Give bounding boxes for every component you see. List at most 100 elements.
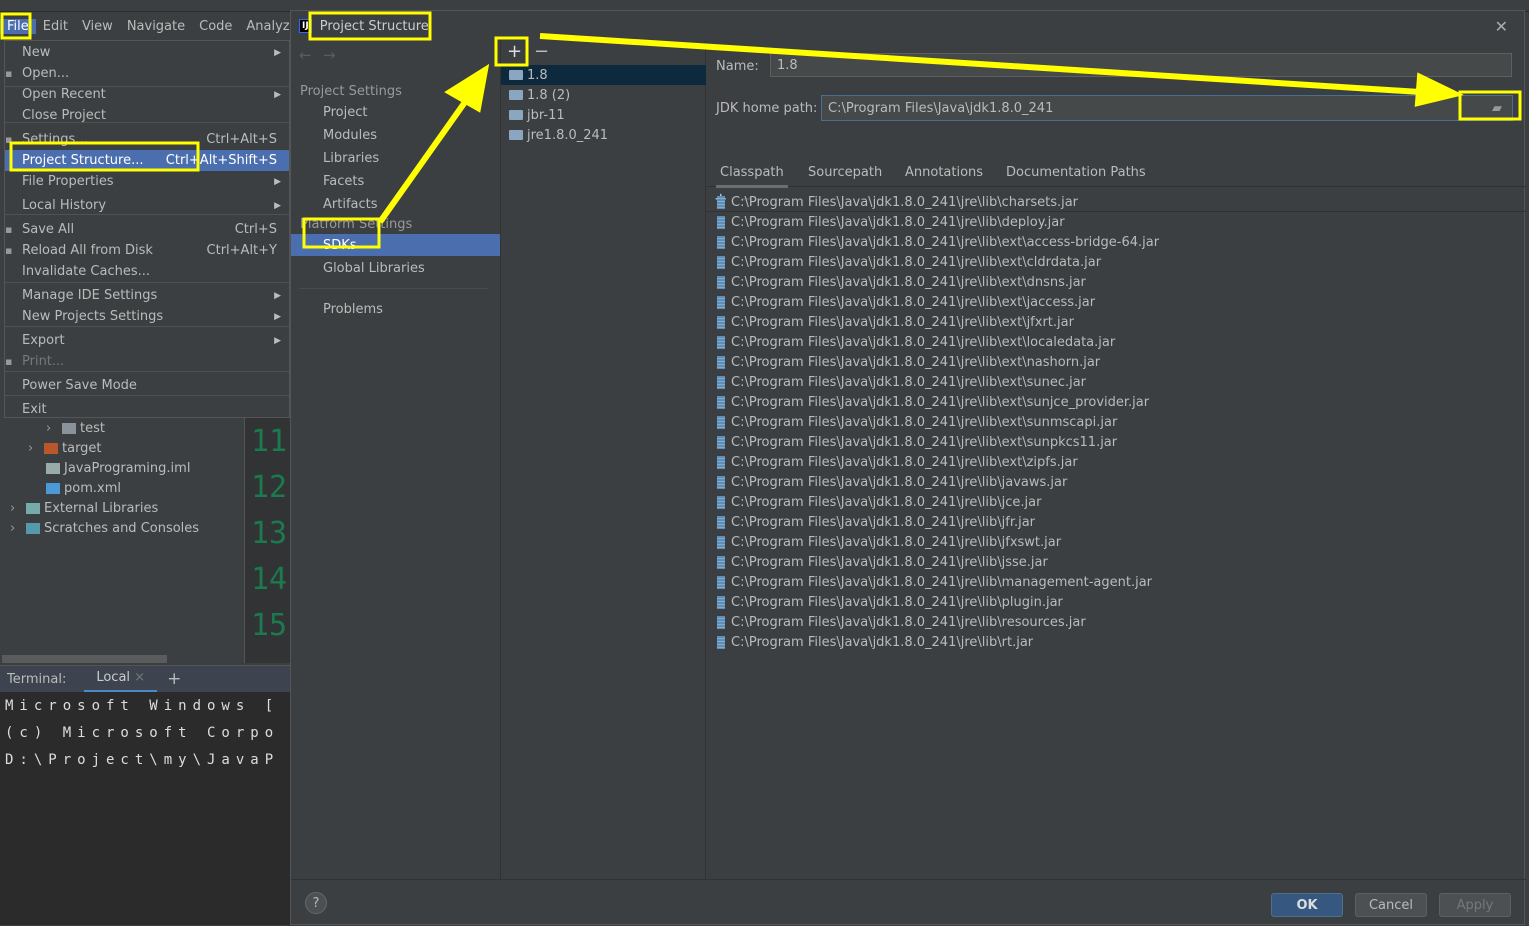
menu-item-file-properties[interactable]: File Properties ▶: [5, 171, 289, 192]
classpath-entry[interactable]: C:\Program Files\Java\jdk1.8.0_241\jre\l…: [717, 255, 1101, 270]
classpath-entry[interactable]: C:\Program Files\Java\jdk1.8.0_241\jre\l…: [717, 415, 1117, 430]
jdk-home-field[interactable]: C:\Program Files\Java\jdk1.8.0_241 ▰: [821, 95, 1513, 121]
classpath-entry[interactable]: C:\Program Files\Java\jdk1.8.0_241\jre\l…: [717, 215, 1065, 230]
apply-button[interactable]: Apply: [1439, 893, 1511, 917]
cancel-button[interactable]: Cancel: [1355, 893, 1427, 917]
classpath-entry[interactable]: C:\Program Files\Java\jdk1.8.0_241\jre\l…: [717, 515, 1035, 530]
menu-item-label: File Properties: [22, 174, 114, 189]
back-arrow-icon[interactable]: ←: [299, 46, 312, 64]
classpath-entry[interactable]: C:\Program Files\Java\jdk1.8.0_241\jre\l…: [717, 315, 1074, 330]
terminal-label: Terminal:: [7, 671, 67, 687]
sidebar-item-global-libraries[interactable]: Global Libraries: [291, 257, 500, 279]
tree-item[interactable]: External Libraries: [26, 501, 158, 516]
remove-sdk-button[interactable]: −: [534, 41, 549, 62]
sdk-folder-icon: [509, 70, 523, 80]
menu-item-new-projects-settings[interactable]: New Projects Settings ▶: [5, 306, 289, 327]
add-sdk-button[interactable]: +: [507, 41, 522, 62]
classpath-entry[interactable]: C:\Program Files\Java\jdk1.8.0_241\jre\l…: [717, 375, 1086, 390]
menu-item-label: Local History: [22, 198, 107, 213]
classpath-entry[interactable]: C:\Program Files\Java\jdk1.8.0_241\jre\l…: [717, 295, 1095, 310]
expand-chevron-icon[interactable]: ›: [28, 441, 33, 456]
name-field[interactable]: 1.8: [770, 53, 1512, 77]
expand-chevron-icon[interactable]: ›: [10, 521, 15, 536]
menu-item-print[interactable]: ▪ Print...: [5, 351, 289, 372]
menu-item-project-structure[interactable]: Project Structure... Ctrl+Alt+Shift+S: [5, 150, 289, 171]
classpath-entry[interactable]: C:\Program Files\Java\jdk1.8.0_241\jre\l…: [717, 355, 1100, 370]
menu-item-label: Open...: [22, 66, 70, 81]
menu-item-reload-all-from-disk[interactable]: ▪ Reload All from Disk Ctrl+Alt+Y: [5, 240, 289, 261]
classpath-entry[interactable]: C:\Program Files\Java\jdk1.8.0_241\jre\l…: [717, 475, 1067, 490]
classpath-entry[interactable]: C:\Program Files\Java\jdk1.8.0_241\jre\l…: [717, 615, 1086, 630]
tree-item[interactable]: target: [44, 441, 102, 456]
forward-arrow-icon[interactable]: →: [323, 46, 336, 64]
classpath-entry[interactable]: C:\Program Files\Java\jdk1.8.0_241\jre\l…: [717, 535, 1061, 550]
jar-icon: [717, 476, 725, 489]
horizontal-scrollbar[interactable]: [2, 655, 167, 663]
menu-view[interactable]: View: [75, 19, 120, 34]
sdk-item[interactable]: jbr-11: [501, 105, 706, 125]
menu-file[interactable]: File: [0, 18, 36, 34]
sdk-list: + − 1.8 1.8 (2) jbr-11 jre1.8.0_241: [500, 41, 706, 881]
classpath-entry[interactable]: C:\Program Files\Java\jdk1.8.0_241\jre\l…: [717, 595, 1063, 610]
menu-item-settings[interactable]: ▪ Settings... Ctrl+Alt+S: [5, 129, 289, 150]
submenu-arrow-icon: ▶: [274, 47, 281, 58]
menu-item-new[interactable]: New ▶: [5, 42, 289, 63]
terminal-tab-local[interactable]: Local ×: [84, 665, 158, 693]
tree-item[interactable]: test: [62, 421, 105, 436]
classpath-entry[interactable]: C:\Program Files\Java\jdk1.8.0_241\jre\l…: [717, 575, 1152, 590]
tab-documentation-paths[interactable]: Documentation Paths: [1006, 165, 1146, 180]
sidebar-item-libraries[interactable]: Libraries: [291, 147, 500, 169]
classpath-path: C:\Program Files\Java\jdk1.8.0_241\jre\l…: [731, 475, 1068, 490]
close-icon[interactable]: ×: [134, 670, 145, 685]
classpath-entry[interactable]: C:\Program Files\Java\jdk1.8.0_241\jre\l…: [717, 455, 1078, 470]
tree-item[interactable]: JavaPrograming.iml: [46, 461, 190, 476]
sidebar-item-sdks[interactable]: SDKs: [291, 234, 500, 256]
menu-item-open[interactable]: ▪ Open...: [5, 63, 289, 84]
sidebar-item-problems[interactable]: Problems: [291, 298, 500, 320]
expand-chevron-icon[interactable]: ›: [10, 501, 15, 516]
tab-classpath[interactable]: Classpath: [716, 165, 788, 188]
add-terminal-icon[interactable]: +: [167, 669, 181, 689]
ok-button[interactable]: OK: [1271, 893, 1343, 917]
menu-code[interactable]: Code: [192, 19, 239, 34]
intellij-logo-icon: IJ: [299, 19, 312, 33]
classpath-entry[interactable]: C:\Program Files\Java\jdk1.8.0_241\jre\l…: [717, 335, 1115, 350]
sidebar-item-facets[interactable]: Facets: [291, 170, 500, 192]
browse-folder-icon[interactable]: ▰: [1492, 101, 1502, 116]
sdk-item[interactable]: 1.8 (2): [501, 85, 706, 105]
menu-navigate[interactable]: Navigate: [120, 19, 192, 34]
menu-item-power-save-mode[interactable]: Power Save Mode: [5, 375, 289, 396]
classpath-entry[interactable]: C:\Program Files\Java\jdk1.8.0_241\jre\l…: [717, 235, 1159, 250]
classpath-entry[interactable]: C:\Program Files\Java\jdk1.8.0_241\jre\l…: [717, 275, 1086, 290]
expand-chevron-icon[interactable]: ›: [46, 421, 51, 436]
menu-edit[interactable]: Edit: [36, 19, 75, 34]
jar-icon: [717, 516, 725, 529]
sdk-item[interactable]: jre1.8.0_241: [501, 125, 706, 145]
tab-annotations[interactable]: Annotations: [905, 165, 983, 180]
tree-item[interactable]: pom.xml: [46, 481, 121, 496]
help-button[interactable]: ?: [305, 892, 327, 914]
menu-item-manage-ide-settings[interactable]: Manage IDE Settings ▶: [5, 285, 289, 306]
sdk-item[interactable]: 1.8: [501, 65, 706, 85]
tree-item[interactable]: Scratches and Consoles: [26, 521, 199, 536]
classpath-entry[interactable]: C:\Program Files\Java\jdk1.8.0_241\jre\l…: [717, 435, 1117, 450]
menu-item-save-all[interactable]: ▪ Save All Ctrl+S: [5, 219, 289, 240]
classpath-entry[interactable]: C:\Program Files\Java\jdk1.8.0_241\jre\l…: [717, 395, 1149, 410]
menu-item-invalidate-caches[interactable]: Invalidate Caches...: [5, 261, 289, 282]
menu-item-open-recent[interactable]: Open Recent ▶: [5, 84, 289, 105]
classpath-entry[interactable]: C:\Program Files\Java\jdk1.8.0_241\jre\l…: [717, 195, 1078, 210]
sidebar-item-project[interactable]: Project: [291, 101, 500, 123]
terminal-output[interactable]: Microsoft Windows [(c) Microsoft Corpo D:…: [0, 692, 290, 925]
menu-item-exit[interactable]: Exit: [5, 399, 289, 420]
menu-item-close-project[interactable]: Close Project: [5, 105, 289, 126]
classpath-entry[interactable]: C:\Program Files\Java\jdk1.8.0_241\jre\l…: [717, 555, 1048, 570]
tab-sourcepath[interactable]: Sourcepath: [808, 165, 882, 180]
sdk-detail: Name: 1.8 JDK home path: C:\Program File…: [706, 41, 1526, 881]
sidebar-item-modules[interactable]: Modules: [291, 124, 500, 146]
menu-item-local-history[interactable]: Local History ▶: [5, 195, 289, 216]
classpath-entry[interactable]: C:\Program Files\Java\jdk1.8.0_241\jre\l…: [717, 635, 1033, 650]
close-icon[interactable]: ✕: [1495, 17, 1508, 36]
menu-item-export[interactable]: Export ▶: [5, 330, 289, 351]
classpath-entry[interactable]: C:\Program Files\Java\jdk1.8.0_241\jre\l…: [717, 495, 1041, 510]
sidebar-item-artifacts[interactable]: Artifacts: [291, 193, 500, 215]
